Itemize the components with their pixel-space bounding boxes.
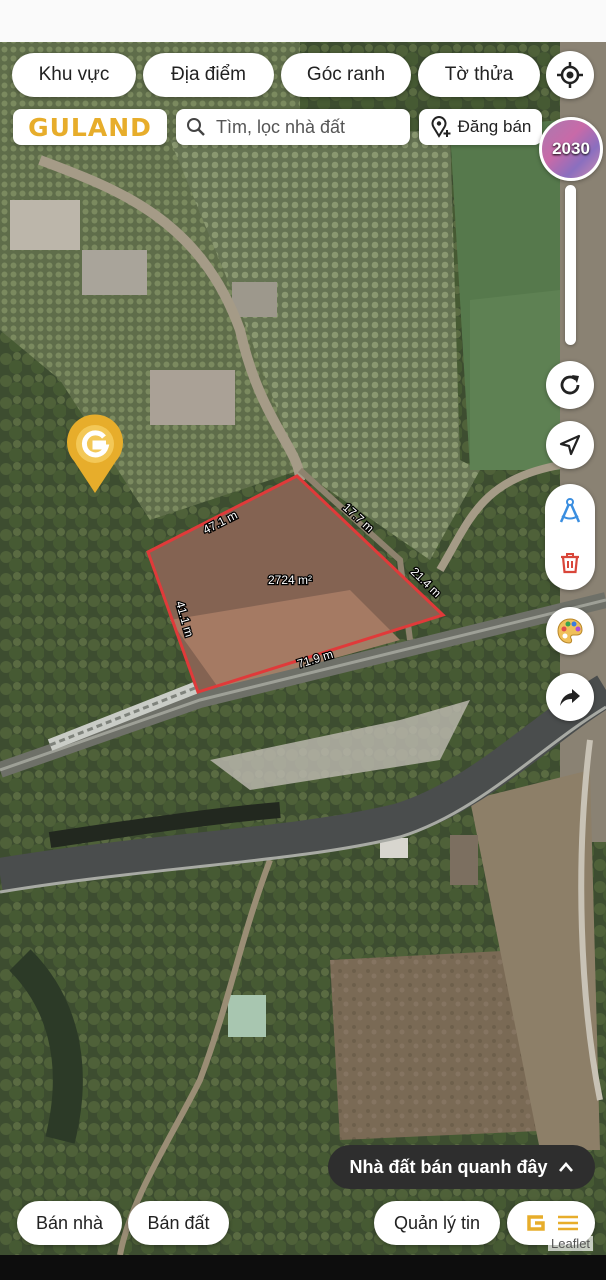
planning-2030-label: 2030 — [552, 139, 590, 158]
satellite-map[interactable]: 47.1 m 17.7 m 21.4 m 71.9 m 41.1 m 2724 … — [0, 42, 606, 1255]
search-icon — [187, 118, 205, 136]
system-nav-bar — [0, 1255, 606, 1280]
map-attribution[interactable]: Leaflet — [548, 1236, 594, 1251]
filter-boundary-label: Góc ranh — [306, 64, 386, 85]
trash-icon — [561, 553, 579, 574]
parcel-overlay[interactable]: 47.1 m 17.7 m 21.4 m 71.9 m 41.1 m 2724 … — [0, 42, 606, 1255]
filter-boundary-button[interactable]: Góc ranh — [281, 53, 411, 97]
navigate-button[interactable] — [546, 421, 594, 469]
compass-measure-icon — [559, 498, 581, 523]
share-button[interactable] — [546, 673, 594, 721]
filter-parcel-button[interactable]: Tờ thửa — [418, 53, 540, 97]
status-bar — [0, 0, 606, 42]
chevron-up-icon — [558, 1162, 573, 1172]
locate-button[interactable] — [546, 51, 594, 99]
search-input[interactable] — [214, 115, 408, 139]
filter-region-label: Khu vực — [38, 64, 110, 85]
parcel-area-label: 2724 m² — [268, 573, 312, 587]
measure-tool-button[interactable] — [545, 486, 595, 536]
manage-listings-label: Quản lý tin — [393, 1212, 481, 1233]
map-pin-plus-icon — [431, 116, 451, 138]
palette-icon — [557, 618, 583, 644]
planning-2030-button[interactable]: 2030 — [539, 117, 603, 181]
nearby-listings-label: Nhà đất bán quanh đây — [349, 1156, 548, 1177]
crosshair-icon — [557, 62, 583, 88]
delete-drawing-button[interactable] — [545, 538, 595, 588]
sell-house-label: Bán nhà — [35, 1212, 104, 1233]
filter-location-button[interactable]: Địa điểm — [143, 53, 274, 97]
post-listing-label: Đăng bán — [457, 117, 532, 136]
filter-location-label: Địa điểm — [171, 64, 246, 85]
sell-land-label: Bán đất — [147, 1212, 210, 1233]
manage-listings-button[interactable]: Quản lý tin — [374, 1201, 500, 1245]
refresh-icon — [560, 375, 580, 395]
navigation-arrow-icon — [559, 434, 581, 456]
filter-region-button[interactable]: Khu vực — [12, 53, 136, 97]
sell-house-button[interactable]: Bán nhà — [17, 1201, 122, 1245]
sell-land-button[interactable]: Bán đất — [128, 1201, 229, 1245]
menu-icon — [558, 1215, 578, 1231]
refresh-button[interactable] — [546, 361, 594, 409]
search-box[interactable] — [176, 109, 410, 145]
filter-parcel-label: Tờ thửa — [444, 64, 514, 85]
post-listing-button[interactable]: Đăng bán — [419, 109, 542, 145]
logo-text: GULAND — [28, 112, 152, 142]
opacity-slider[interactable] — [565, 185, 576, 345]
nearby-listings-button[interactable]: Nhà đất bán quanh đây — [328, 1145, 595, 1189]
guland-logo: GULAND — [13, 109, 167, 145]
draw-tools-group — [545, 484, 595, 590]
guland-g-icon — [527, 1215, 545, 1231]
map-style-button[interactable] — [546, 607, 594, 655]
share-arrow-icon — [560, 689, 580, 706]
location-pin-icon[interactable] — [64, 413, 126, 495]
